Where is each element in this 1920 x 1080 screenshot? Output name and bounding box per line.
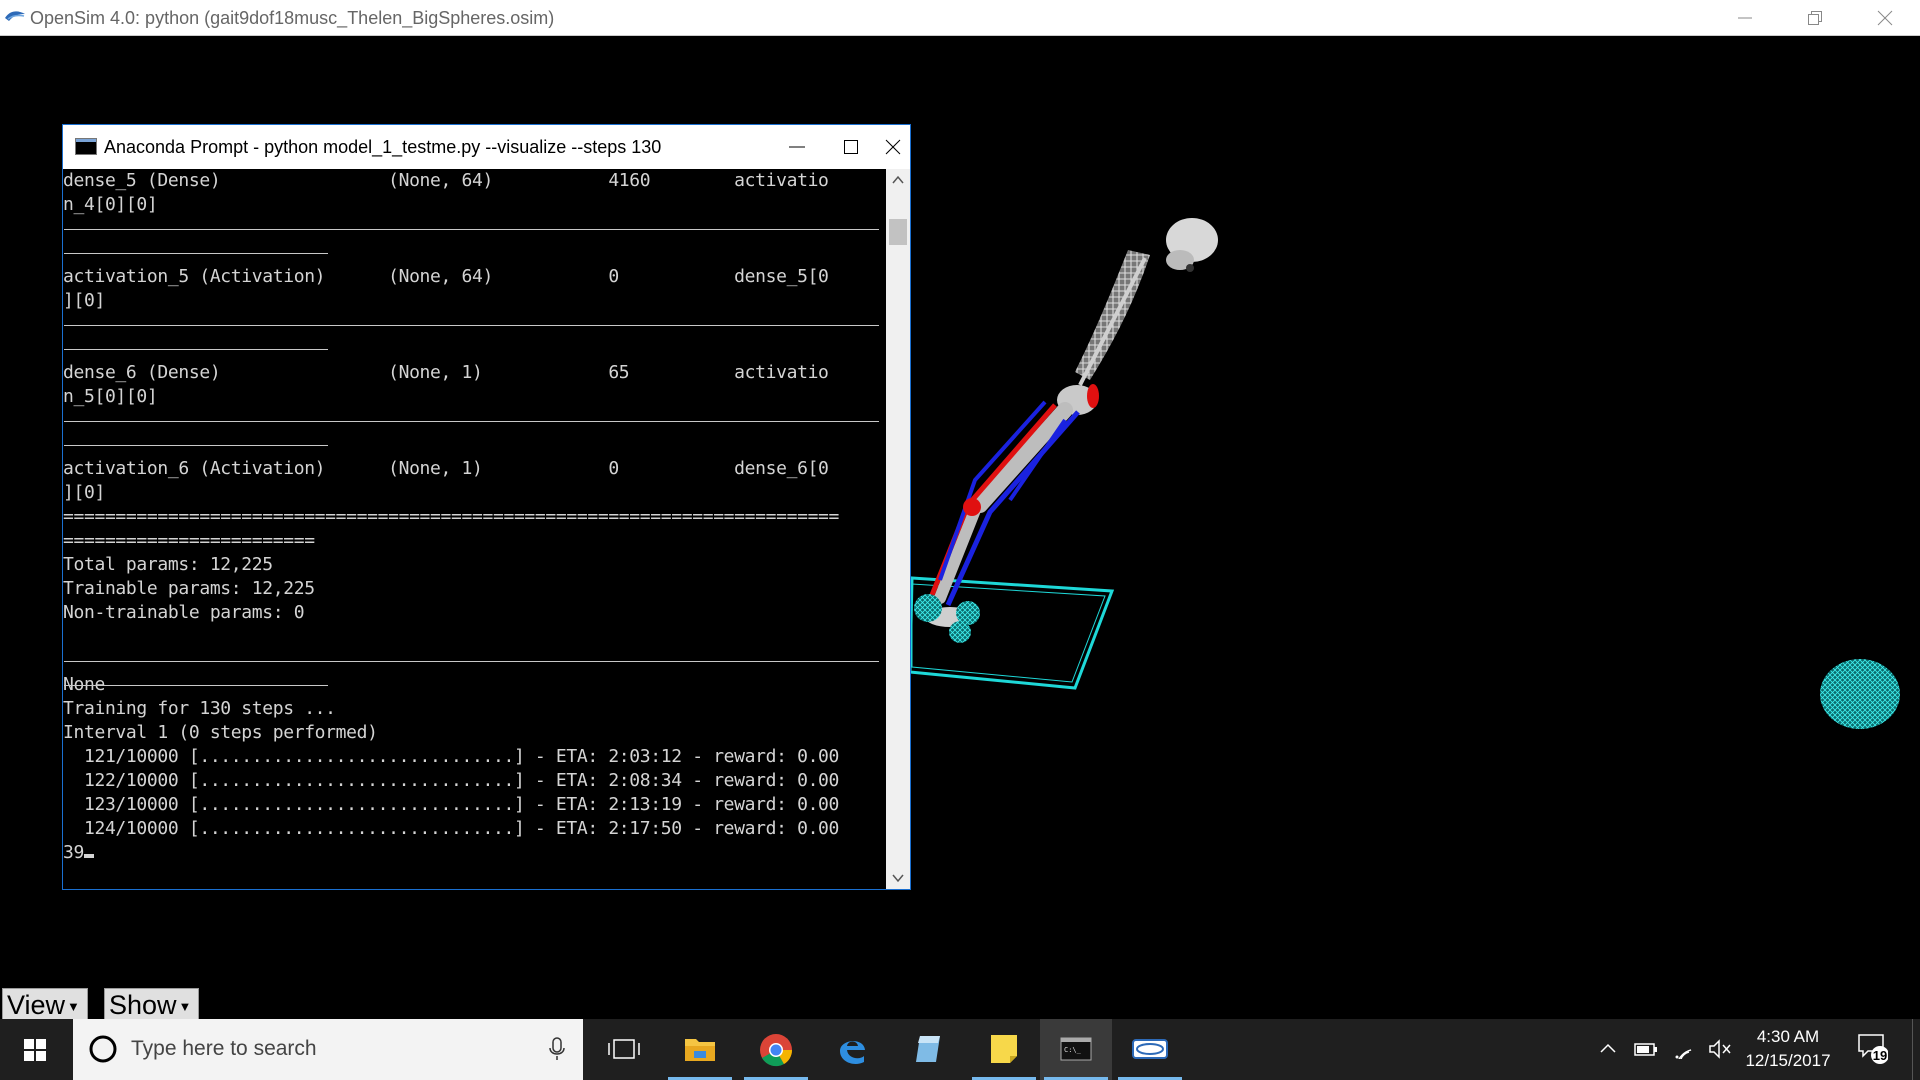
taskbar-opensim[interactable] — [1114, 1019, 1186, 1080]
minimize-icon — [789, 146, 805, 148]
separator-rule — [64, 325, 879, 326]
scroll-down-icon[interactable] — [892, 873, 904, 883]
scroll-up-icon[interactable] — [892, 175, 904, 185]
separator-rule — [64, 685, 328, 686]
console-line: Training for 130 steps ... — [63, 698, 336, 719]
task-view-button[interactable] — [588, 1019, 660, 1080]
console-text: dense_5 (Dense) (None, 64) 4160 activati… — [63, 169, 884, 865]
clock-date: 12/15/2017 — [1745, 1051, 1831, 1070]
opensim-window-title: OpenSim 4.0: python (gait9dof18musc_Thel… — [30, 8, 555, 28]
search-placeholder: Type here to search — [131, 1037, 317, 1060]
console-line: Interval 1 (0 steps performed) — [63, 722, 378, 743]
console-line: Non-trainable params: 0 — [63, 602, 305, 623]
clock-time: 4:30 AM — [1756, 1027, 1820, 1046]
task-view-icon — [608, 1039, 640, 1059]
volume-indicator[interactable] — [1704, 1019, 1736, 1080]
chevron-down-icon: ▼ — [178, 998, 192, 1014]
console-output[interactable]: dense_5 (Dense) (None, 64) 4160 activati… — [63, 169, 884, 889]
taskbar-chrome[interactable] — [740, 1019, 812, 1080]
command-prompt-icon: C:\_ — [1060, 1037, 1092, 1061]
microphone-icon[interactable] — [549, 1037, 565, 1061]
chevron-down-icon: ▼ — [67, 998, 80, 1014]
windows-logo-icon — [24, 1039, 46, 1061]
console-window-title: Anaconda Prompt - python model_1_testme.… — [104, 137, 662, 157]
separator-rule — [64, 229, 879, 230]
console-line: ========================================… — [63, 506, 840, 527]
console-line: dense_6 (Dense) (None, 1) 65 activatio — [63, 362, 829, 383]
console-line: 124/10000 [.............................… — [63, 818, 840, 839]
console-line: 122/10000 [.............................… — [63, 770, 840, 791]
console-line: ======================== — [63, 530, 315, 551]
chevron-up-icon — [1600, 1043, 1616, 1053]
console-line: ][0] — [63, 290, 105, 311]
console-line: 121/10000 [.............................… — [63, 746, 840, 767]
action-center-button[interactable]: 19 — [1850, 1019, 1894, 1080]
opensim-taskbar-icon — [1132, 1039, 1168, 1059]
separator-rule — [64, 661, 879, 662]
view-menu-button[interactable]: View ▼ — [2, 988, 88, 1020]
taskbar-search-box[interactable]: Type here to search — [73, 1019, 583, 1080]
notification-count-badge: 19 — [1872, 1048, 1888, 1063]
console-line: Total params: 12,225 — [63, 554, 273, 575]
windows-taskbar: Type here to search C:\_ 4:30 AM 12/15/2… — [0, 1019, 1920, 1080]
console-close-button[interactable] — [877, 125, 911, 169]
anaconda-prompt-window[interactable]: Anaconda Prompt - python model_1_testme.… — [62, 124, 911, 890]
show-desktop-button[interactable] — [1912, 1019, 1920, 1080]
console-scrollbar[interactable] — [886, 169, 910, 889]
show-hidden-icons-button[interactable] — [1594, 1019, 1622, 1080]
battery-icon — [1634, 1043, 1657, 1056]
close-icon — [1877, 10, 1893, 26]
taskbar-notepad[interactable] — [892, 1019, 964, 1080]
console-line: 123/10000 [.............................… — [63, 794, 840, 815]
taskbar-sticky-notes[interactable] — [968, 1019, 1040, 1080]
folder-icon — [685, 1039, 715, 1061]
svg-text:C:\_: C:\_ — [1064, 1046, 1082, 1054]
separator-rule — [64, 253, 328, 254]
restore-icon — [1808, 11, 1822, 25]
cortana-icon — [89, 1035, 117, 1063]
console-line: dense_5 (Dense) (None, 64) 4160 activati… — [63, 170, 829, 191]
minimize-button[interactable] — [1710, 0, 1780, 35]
opensim-titlebar: OpenSim 4.0: python (gait9dof18musc_Thel… — [0, 0, 1920, 36]
big-sphere — [1820, 659, 1900, 729]
console-line: 39 — [63, 841, 884, 865]
taskbar-edge[interactable] — [816, 1019, 888, 1080]
separator-rule — [64, 349, 328, 350]
text-cursor — [83, 854, 94, 858]
taskbar-file-explorer[interactable] — [664, 1019, 736, 1080]
scrollbar-thumb[interactable] — [889, 219, 907, 245]
wifi-icon — [1675, 1049, 1692, 1059]
maximize-icon — [844, 140, 858, 154]
network-indicator[interactable] — [1668, 1019, 1700, 1080]
separator-rule — [64, 445, 328, 446]
battery-indicator[interactable] — [1630, 1019, 1662, 1080]
speaker-muted-icon — [1709, 1039, 1731, 1059]
show-menu-button[interactable]: Show ▼ — [104, 988, 199, 1020]
console-minimize-button[interactable] — [769, 125, 825, 169]
restore-button[interactable] — [1780, 0, 1850, 35]
close-icon — [885, 139, 901, 155]
console-line: activation_5 (Activation) (None, 64) 0 d… — [63, 266, 829, 287]
console-line: activation_6 (Activation) (None, 1) 0 de… — [63, 458, 829, 479]
chrome-icon — [760, 1034, 793, 1067]
taskbar-command-prompt[interactable]: C:\_ — [1040, 1019, 1112, 1080]
edge-icon — [840, 1041, 865, 1064]
start-button[interactable] — [0, 1019, 70, 1080]
console-app-icon — [75, 138, 97, 155]
contact-sphere — [914, 594, 942, 622]
console-line: n_5[0][0] — [63, 386, 158, 407]
close-button[interactable] — [1850, 0, 1920, 35]
console-titlebar[interactable]: Anaconda Prompt - python model_1_testme.… — [63, 125, 910, 169]
console-line: Trainable params: 12,225 — [63, 578, 315, 599]
opensim-app-icon — [5, 11, 25, 21]
sticky-notes-icon — [991, 1035, 1017, 1063]
taskbar-clock[interactable]: 4:30 AM 12/15/2017 — [1736, 1025, 1840, 1073]
notepad-icon — [916, 1036, 940, 1062]
console-line: n_4[0][0] — [63, 194, 158, 215]
minimize-icon — [1738, 17, 1752, 19]
console-maximize-button[interactable] — [823, 125, 879, 169]
console-line: ][0] — [63, 482, 105, 503]
separator-rule — [64, 421, 879, 422]
